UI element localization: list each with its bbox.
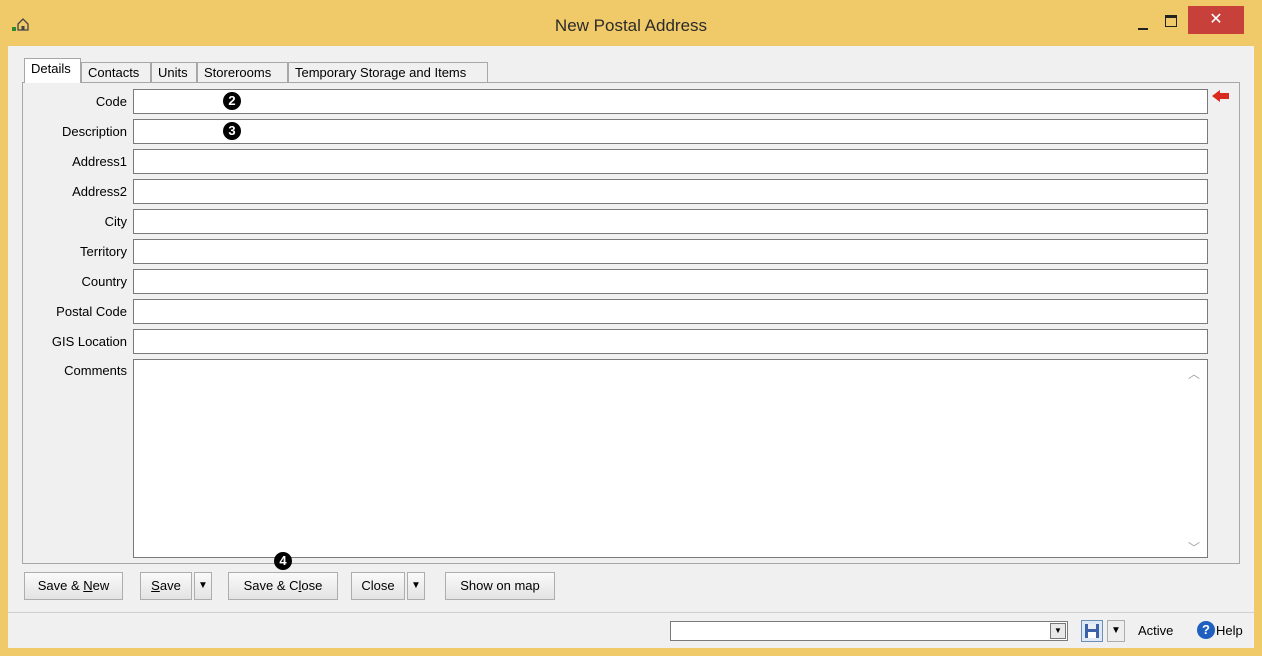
chevron-down-icon[interactable]: ▼ bbox=[1050, 623, 1066, 639]
scroll-up-icon[interactable]: ︿ bbox=[1188, 365, 1200, 382]
country-field[interactable] bbox=[133, 269, 1208, 294]
city-field[interactable] bbox=[133, 209, 1208, 234]
chevron-down-icon: ▼ bbox=[198, 580, 208, 591]
comments-label: Comments bbox=[64, 363, 127, 378]
save-and-close-label-end: ose bbox=[301, 578, 323, 593]
gis-location-label: GIS Location bbox=[51, 334, 127, 349]
save-accel: S bbox=[151, 578, 160, 593]
callout-marker-2: 2 bbox=[223, 92, 241, 110]
chevron-down-icon: ▼ bbox=[411, 580, 421, 591]
save-and-close-label: Save & C bbox=[243, 578, 299, 593]
help-link[interactable]: Help bbox=[1216, 623, 1243, 638]
close-button[interactable]: Close bbox=[351, 572, 405, 600]
country-label: Country bbox=[81, 274, 127, 289]
floppy-disk-icon[interactable] bbox=[1081, 620, 1103, 642]
callout-marker-4: 4 bbox=[274, 552, 292, 570]
tab-contacts[interactable]: Contacts bbox=[81, 62, 151, 82]
save-and-new-button[interactable]: Save & New bbox=[24, 572, 123, 600]
help-icon[interactable]: ? bbox=[1197, 621, 1215, 639]
code-label: Code bbox=[95, 94, 127, 109]
tab-details[interactable]: Details bbox=[24, 58, 81, 83]
save-dropdown-button[interactable]: ▼ bbox=[194, 572, 212, 600]
status-bar: ▼ ▼ Active ? Help bbox=[8, 612, 1254, 646]
close-dropdown-button[interactable]: ▼ bbox=[407, 572, 425, 600]
window-title: New Postal Address bbox=[554, 16, 708, 35]
description-label: Description bbox=[61, 124, 127, 139]
tab-storerooms[interactable]: Storerooms bbox=[197, 62, 288, 82]
scroll-down-icon[interactable]: ﹀ bbox=[1188, 539, 1200, 556]
postal-address-window: New Postal Address ✕ Details Contacts Un… bbox=[0, 0, 1262, 656]
save-and-new-label: Save & bbox=[37, 578, 84, 593]
save-button[interactable]: Save bbox=[140, 572, 192, 600]
address2-label: Address2 bbox=[72, 184, 127, 199]
save-and-new-label-end: ew bbox=[92, 578, 110, 593]
tab-temporary-storage-and-items[interactable]: Temporary Storage and Items bbox=[288, 62, 488, 82]
maximize-button[interactable] bbox=[1156, 6, 1186, 36]
title-bar[interactable]: New Postal Address ✕ bbox=[0, 0, 1262, 42]
comments-field[interactable] bbox=[133, 359, 1208, 558]
postal-code-label: Postal Code bbox=[56, 304, 127, 319]
minimize-button[interactable] bbox=[1128, 6, 1158, 36]
save-options-dropdown[interactable]: ▼ bbox=[1107, 620, 1125, 642]
callout-marker-3: 3 bbox=[223, 122, 241, 140]
code-field[interactable] bbox=[133, 89, 1208, 114]
address2-field[interactable] bbox=[133, 179, 1208, 204]
status-text: Active bbox=[1138, 623, 1174, 638]
close-window-button[interactable]: ✕ bbox=[1188, 6, 1244, 34]
save-and-close-button[interactable]: Save & Close bbox=[228, 572, 338, 600]
chevron-down-icon: ▼ bbox=[1111, 625, 1121, 636]
address1-field[interactable] bbox=[133, 149, 1208, 174]
save-label: ave bbox=[159, 578, 181, 593]
required-arrow-icon bbox=[1212, 90, 1229, 102]
client-area: Details Contacts Units Storerooms Tempor… bbox=[8, 46, 1254, 648]
tab-units[interactable]: Units bbox=[151, 62, 197, 82]
description-field[interactable] bbox=[133, 119, 1208, 144]
close-icon: ✕ bbox=[1209, 11, 1223, 28]
save-and-new-accel: N bbox=[83, 578, 93, 593]
show-on-map-button[interactable]: Show on map bbox=[445, 572, 555, 600]
details-panel: Code 2 Description 3 Address1 Address2 C… bbox=[22, 82, 1240, 564]
territory-label: Territory bbox=[80, 244, 127, 259]
gis-location-field[interactable] bbox=[133, 329, 1208, 354]
address1-label: Address1 bbox=[72, 154, 127, 169]
city-label: City bbox=[104, 214, 127, 229]
status-combo[interactable]: ▼ bbox=[670, 621, 1068, 641]
postal-code-field[interactable] bbox=[133, 299, 1208, 324]
territory-field[interactable] bbox=[133, 239, 1208, 264]
